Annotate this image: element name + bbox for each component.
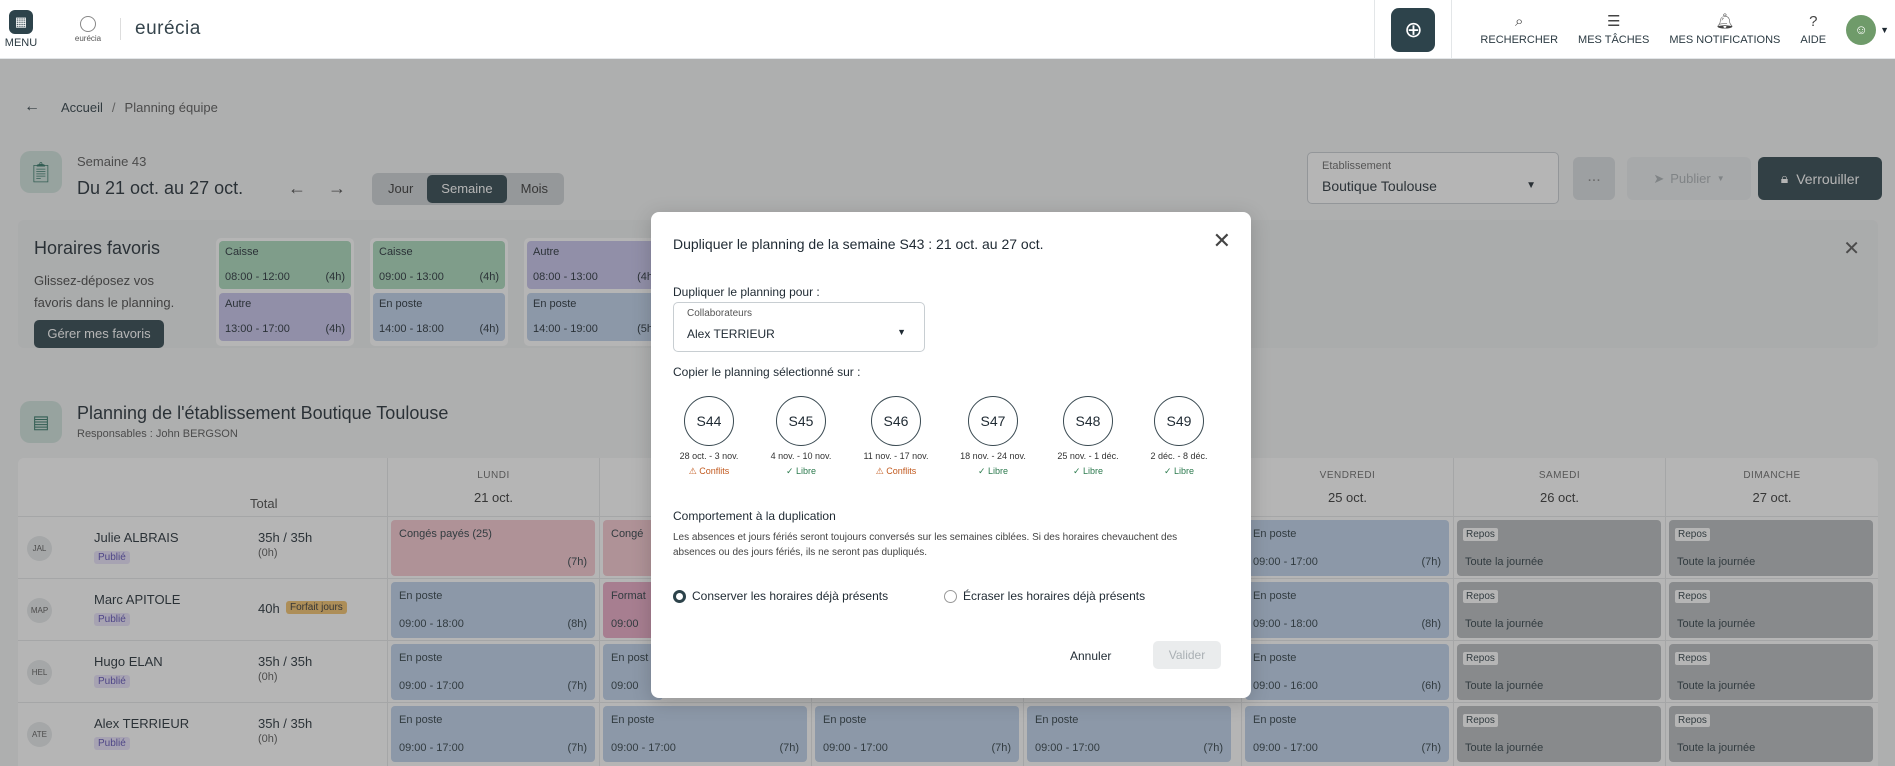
add-button[interactable]: ⊕ [1391, 7, 1436, 52]
radio-checked-icon [673, 589, 686, 603]
grid-icon: ▦ [9, 9, 33, 34]
avatar: ☺ [1846, 14, 1877, 45]
help-icon: ? [1809, 12, 1818, 30]
help-button[interactable]: ? AIDE [1790, 0, 1836, 59]
caret-down-icon: ▼ [1880, 24, 1889, 35]
search-button[interactable]: ⌕ RECHERCHER [1470, 0, 1568, 59]
week-option[interactable]: S47 18 nov. - 24 nov. ✓ Libre [953, 396, 1033, 477]
weeks-selector: S44 28 oct. - 3 nov. ⚠ Conflits S45 4 no… [669, 396, 1209, 486]
menu-label: MENU [4, 36, 38, 49]
warning-icon: ⚠ [875, 466, 887, 476]
caret-down-icon: ▼ [897, 327, 906, 337]
top-right-actions: ⊕ ⌕ RECHERCHER ☰ MES TÂCHES 🔔︎ MES NOTIF… [1374, 0, 1895, 59]
behavior-label: Comportement à la duplication [673, 509, 836, 523]
week-option[interactable]: S45 4 nov. - 10 nov. ✓ Libre [761, 396, 841, 477]
week-option[interactable]: S44 28 oct. - 3 nov. ⚠ Conflits [669, 396, 749, 477]
copy-to-label: Copier le planning sélectionné sur : [673, 365, 861, 379]
close-icon[interactable]: ✕ [1213, 230, 1231, 252]
cancel-button[interactable]: Annuler [1070, 649, 1111, 663]
logo-ring-icon [80, 15, 96, 32]
duplicate-modal: Dupliquer le planning de la semaine S43 … [651, 212, 1251, 698]
behavior-desc: Les absences et jours fériés seront touj… [673, 532, 1178, 558]
check-circle-icon: ✓ [1163, 466, 1175, 476]
user-menu[interactable]: ☺ ▼ [1836, 0, 1895, 59]
tasks-icon: ☰ [1606, 12, 1621, 30]
collaborators-select[interactable]: Collaborateurs Alex TERRIEUR ▼ [673, 302, 925, 352]
check-circle-icon: ✓ [1072, 466, 1084, 476]
radio-keep-existing[interactable]: Conserver les horaires déjà présents [673, 589, 888, 603]
warning-icon: ⚠ [688, 466, 700, 476]
bell-icon: 🔔︎ [1715, 12, 1735, 30]
validate-button[interactable]: Valider [1153, 641, 1221, 669]
menu-button[interactable]: ▦ MENU [0, 0, 42, 59]
check-circle-icon: ✓ [785, 466, 797, 476]
duplicate-for-label: Dupliquer le planning pour : [673, 285, 820, 299]
tasks-button[interactable]: ☰ MES TÂCHES [1568, 0, 1659, 59]
check-circle-icon: ✓ [977, 466, 989, 476]
week-option[interactable]: S46 11 nov. - 17 nov. ⚠ Conflits [856, 396, 936, 477]
radio-overwrite[interactable]: Écraser les horaires déjà présents [944, 589, 1145, 603]
top-bar: ▦ MENU eurécia eurécia ⊕ ⌕ RECHERCHER ☰ … [0, 0, 1895, 59]
modal-title: Dupliquer le planning de la semaine S43 … [673, 236, 1044, 252]
week-option[interactable]: S48 25 nov. - 1 déc. ✓ Libre [1048, 396, 1128, 477]
search-icon: ⌕ [1515, 12, 1524, 30]
notifications-button[interactable]: 🔔︎ MES NOTIFICATIONS [1659, 0, 1790, 59]
week-option[interactable]: S49 2 déc. - 8 déc. ✓ Libre [1139, 396, 1219, 477]
brand-name: eurécia [120, 18, 201, 40]
eurecia-logo-small[interactable]: eurécia [70, 11, 106, 47]
radio-unchecked-icon [944, 589, 957, 603]
